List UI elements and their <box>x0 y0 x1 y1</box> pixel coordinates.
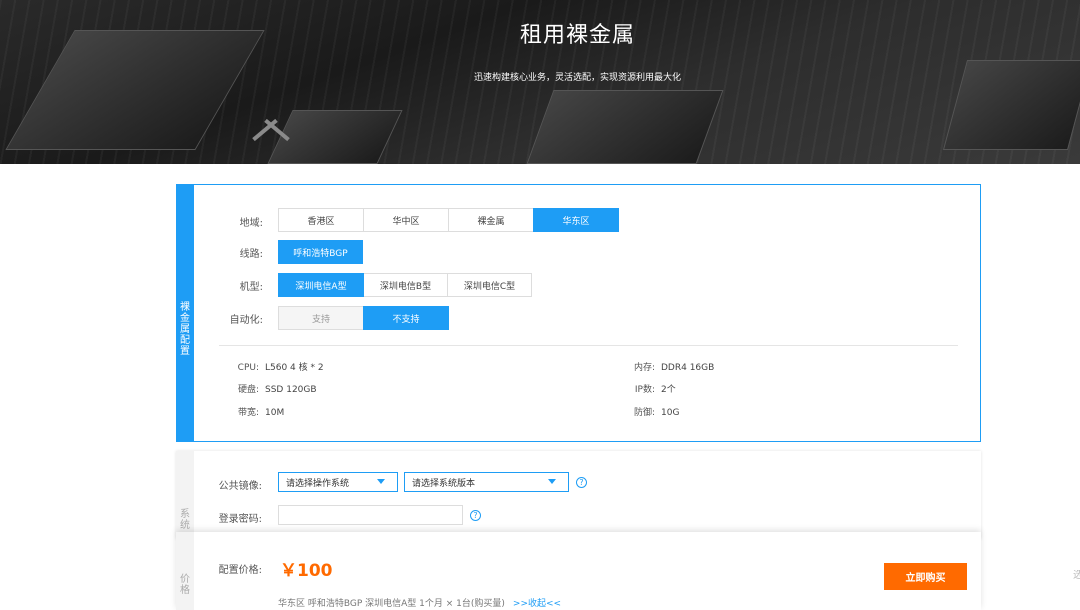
price-panel: 价格 配置价格: ￥100 华东区 呼和浩特BGP 深圳电信A型 1个月 × 1… <box>176 532 981 610</box>
spec-defense-label: 防御: <box>633 408 655 418</box>
spec-bandwidth: 带宽: 10M <box>219 405 284 418</box>
os-select[interactable]: 请选择操作系统 <box>278 472 398 492</box>
spec-defense: 防御: 10G <box>615 405 679 418</box>
spec-defense-value: 10G <box>661 408 680 418</box>
region-options: 香港区 华中区 裸金属 华东区 <box>278 208 619 232</box>
automation-option-no-support[interactable]: 不支持 <box>363 306 449 330</box>
model-option-b[interactable]: 深圳电信B型 <box>363 273 448 297</box>
hero-banner: 租用裸金属 迅速构建核心业务，灵活选配，实现资源利用最大化 <box>0 0 1080 164</box>
password-label: 登录密码: <box>218 514 262 525</box>
hero-decoration <box>526 90 724 164</box>
config-panel: 裸金属配置 地域: 香港区 华中区 裸金属 华东区 线路: 呼和浩特BGP 机型… <box>176 184 981 442</box>
model-options: 深圳电信A型 深圳电信B型 深圳电信C型 <box>278 273 532 297</box>
spec-disk-value: SSD 120GB <box>265 385 317 395</box>
os-version-select[interactable]: 请选择系统版本 <box>404 472 569 492</box>
model-option-c[interactable]: 深圳电信C型 <box>447 273 532 297</box>
line-label: 线路: <box>239 249 263 260</box>
region-option-central[interactable]: 华中区 <box>363 208 449 232</box>
spec-ip-value: 2个 <box>661 385 676 395</box>
help-icon[interactable]: ? <box>576 477 587 488</box>
spec-memory-label: 内存: <box>633 363 655 373</box>
automation-options: 支持 不支持 <box>278 306 449 330</box>
spec-bandwidth-label: 带宽: <box>237 408 259 418</box>
spec-disk: 硬盘: SSD 120GB <box>219 382 317 395</box>
edge-clipped-text: 选 <box>1073 570 1080 581</box>
divider <box>219 345 958 346</box>
config-section-tag: 裸金属配置 <box>176 184 194 442</box>
spec-memory: 内存: DDR4 16GB <box>615 360 714 373</box>
page-title: 租用裸金属 <box>519 23 635 48</box>
spec-cpu: CPU: L560 4 核 * 2 <box>219 360 324 373</box>
spec-bandwidth-value: 10M <box>265 408 285 418</box>
os-select-text: 请选择操作系统 <box>286 478 350 489</box>
spec-ip: IP数: 2个 <box>615 382 676 395</box>
buy-now-button[interactable]: 立即购买 <box>884 563 967 590</box>
password-input[interactable] <box>278 505 463 525</box>
order-summary-text: 华东区 呼和浩特BGP 深圳电信A型 1个月 × 1台(购买量) <box>278 599 505 609</box>
region-option-east[interactable]: 华东区 <box>533 208 619 232</box>
system-section-tag: 系统 <box>176 451 194 539</box>
model-option-a[interactable]: 深圳电信A型 <box>278 273 364 297</box>
automation-option-support[interactable]: 支持 <box>278 306 364 330</box>
spec-ip-label: IP数: <box>634 385 655 395</box>
region-option-baremetal[interactable]: 裸金属 <box>448 208 534 232</box>
os-version-select-text: 请选择系统版本 <box>412 478 476 489</box>
config-section-label: 裸金属配置 <box>180 302 190 357</box>
spec-disk-label: 硬盘: <box>237 385 259 395</box>
price-label: 配置价格: <box>218 565 262 576</box>
line-options: 呼和浩特BGP <box>278 240 363 264</box>
image-label: 公共镜像: <box>218 481 262 492</box>
model-label: 机型: <box>239 282 263 293</box>
line-option-hohhot-bgp[interactable]: 呼和浩特BGP <box>278 240 363 264</box>
price-value: ￥100 <box>280 561 333 581</box>
system-panel: 系统 公共镜像: 请选择操作系统 请选择系统版本 ? 登录密码: ? <box>176 451 981 539</box>
price-section-label: 价格 <box>180 574 190 596</box>
price-section-tag: 价格 <box>176 532 194 610</box>
spec-cpu-label: CPU: <box>237 363 259 373</box>
page-subtitle: 迅速构建核心业务，灵活选配，实现资源利用最大化 <box>473 73 681 83</box>
automation-label: 自动化: <box>229 315 263 326</box>
spec-memory-value: DDR4 16GB <box>661 363 715 373</box>
order-summary: 华东区 呼和浩特BGP 深圳电信A型 1个月 × 1台(购买量) >>收起<< <box>278 596 561 609</box>
collapse-link[interactable]: >>收起<< <box>513 599 561 609</box>
chevron-down-icon <box>548 479 556 484</box>
region-option-hongkong[interactable]: 香港区 <box>278 208 364 232</box>
spec-cpu-value: L560 4 核 * 2 <box>265 363 324 373</box>
chevron-down-icon <box>377 479 385 484</box>
region-label: 地域: <box>239 218 263 229</box>
system-section-label: 系统 <box>180 509 190 531</box>
help-icon[interactable]: ? <box>470 510 481 521</box>
